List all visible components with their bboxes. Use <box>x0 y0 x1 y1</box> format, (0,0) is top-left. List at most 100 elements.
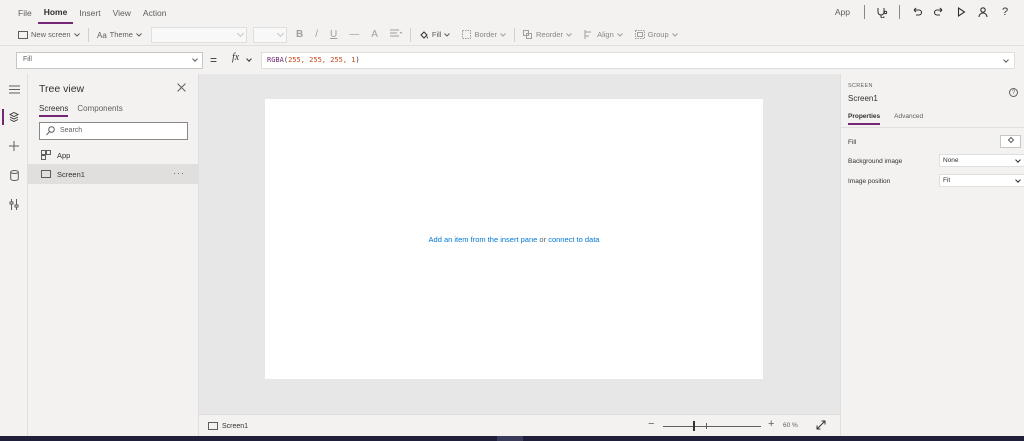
toolbar-divider <box>409 27 411 42</box>
tree-item-app[interactable]: App <box>28 145 199 165</box>
search-input[interactable]: Search <box>39 122 188 140</box>
menu-action[interactable]: Action <box>137 0 173 24</box>
app-settings-link[interactable]: App <box>827 7 858 17</box>
group-button[interactable]: Group <box>629 26 684 44</box>
zoom-out-button[interactable]: − <box>648 418 654 430</box>
border-button[interactable]: Border <box>456 26 512 44</box>
user-icon[interactable] <box>972 0 994 24</box>
chevron-down-icon <box>566 32 572 37</box>
insert-pane-link[interactable]: Add an item from the insert pane <box>429 235 538 244</box>
chevron-down-icon <box>1015 177 1021 183</box>
help-icon[interactable]: ? <box>1009 88 1018 97</box>
screen-selector-label: Screen1 <box>222 422 249 430</box>
control-name[interactable]: Screen1 <box>848 94 878 103</box>
bold-button[interactable]: B <box>290 29 309 40</box>
hamburger-menu-icon[interactable] <box>0 78 28 100</box>
design-canvas[interactable]: Add an item from the insert pane or conn… <box>199 74 840 414</box>
fill-button[interactable]: Fill <box>413 26 457 44</box>
border-label: Border <box>474 30 497 39</box>
menu-home[interactable]: Home <box>37 0 74 24</box>
background-image-label: Background image <box>848 158 903 165</box>
chevron-down-icon[interactable] <box>1003 57 1009 63</box>
tree-item-screen1[interactable]: Screen1 ··· <box>28 164 199 184</box>
tab-advanced[interactable]: Advanced <box>894 113 923 125</box>
fill-label: Fill <box>848 139 857 146</box>
play-icon[interactable] <box>950 0 972 24</box>
paint-bucket-icon <box>1007 136 1014 144</box>
zoom-number: 60 <box>783 422 791 429</box>
chevron-down-icon <box>136 32 142 37</box>
close-icon[interactable] <box>176 82 188 94</box>
fx-icon[interactable]: fx <box>232 52 239 63</box>
background-image-value: None <box>943 157 959 164</box>
redo-icon[interactable] <box>928 0 950 24</box>
taskbar-active-item <box>497 436 523 441</box>
group-icon <box>634 30 645 39</box>
undo-icon[interactable] <box>906 0 928 24</box>
font-size-select[interactable] <box>252 26 287 43</box>
equals-sign: = <box>210 53 218 67</box>
font-family-select[interactable] <box>150 26 247 43</box>
menu-view[interactable]: View <box>107 0 137 24</box>
toolbar-divider <box>513 27 515 42</box>
formula-args: 255, 255, 255, 1 <box>288 56 356 64</box>
connect-data-link[interactable]: connect to data <box>548 235 599 244</box>
background-image-select[interactable]: None <box>939 154 1024 167</box>
screen-surface[interactable]: Add an item from the insert pane or conn… <box>265 99 763 379</box>
align-icon <box>584 30 592 39</box>
reorder-button[interactable]: Reorder <box>517 26 578 44</box>
image-position-select[interactable]: Fit <box>939 174 1024 187</box>
underline-button[interactable]: U <box>324 29 343 40</box>
chevron-down-icon <box>616 32 623 37</box>
insert-plus-icon[interactable] <box>0 135 28 157</box>
advanced-tools-icon[interactable] <box>0 193 28 215</box>
more-options-icon[interactable]: ··· <box>173 168 185 178</box>
tree-item-label: Screen1 <box>57 169 85 179</box>
svg-text:Aa: Aa <box>97 31 107 39</box>
italic-button[interactable]: / <box>309 29 324 40</box>
tab-components[interactable]: Components <box>77 104 122 117</box>
tree-view-icon[interactable] <box>0 106 28 128</box>
zoom-unit: % <box>792 422 798 429</box>
tree-item-label: App <box>57 150 71 160</box>
formula-bar: Fill = fx RGBA(255, 255, 255, 1) <box>0 48 1024 74</box>
chevron-down-icon <box>444 32 451 37</box>
tab-properties[interactable]: Properties <box>848 113 881 125</box>
help-icon[interactable]: ? <box>994 0 1016 24</box>
screen-selector[interactable]: Screen1 <box>208 422 248 430</box>
zoom-slider[interactable] <box>663 426 761 427</box>
formula-function: RGBA <box>267 56 284 64</box>
text-align-icon[interactable] <box>384 29 408 41</box>
border-icon <box>462 30 472 39</box>
fit-to-window-icon[interactable] <box>816 420 826 432</box>
image-position-value: Fit <box>943 177 951 184</box>
menu-insert[interactable]: Insert <box>73 0 106 24</box>
new-screen-label: New screen <box>31 30 71 39</box>
theme-icon: Aa <box>97 31 107 39</box>
formula-input[interactable]: RGBA(255, 255, 255, 1) <box>261 52 1015 69</box>
property-dropdown[interactable]: Fill <box>16 52 203 69</box>
zoom-slider-thumb[interactable] <box>693 421 695 431</box>
zoom-in-button[interactable]: + <box>768 418 774 430</box>
menubar-right: App ? <box>827 0 1016 24</box>
app-checker-icon[interactable] <box>871 0 893 24</box>
properties-tabs: Properties Advanced <box>848 113 923 125</box>
theme-button[interactable]: Aa Theme <box>91 26 148 44</box>
tree-tabs: Screens Components <box>39 104 123 117</box>
search-placeholder: Search <box>60 127 83 134</box>
strikethrough-button[interactable]: — <box>343 29 365 40</box>
control-type-label: SCREEN <box>848 83 873 89</box>
fill-color-picker[interactable] <box>1000 135 1021 148</box>
chevron-down-icon <box>500 32 506 37</box>
properties-pane: SCREEN Screen1 ? Properties Advanced Fil… <box>840 74 1024 436</box>
chevron-down-icon[interactable] <box>246 56 252 62</box>
align-button[interactable]: Align <box>578 26 629 44</box>
screen-icon <box>41 170 51 178</box>
tab-screens[interactable]: Screens <box>39 104 69 117</box>
new-screen-button[interactable]: New screen <box>12 26 86 44</box>
font-color-button[interactable]: A <box>365 29 384 40</box>
menu-file[interactable]: File <box>12 0 38 24</box>
chevron-down-icon <box>236 29 244 37</box>
data-cylinder-icon[interactable] <box>0 164 28 186</box>
chevron-down-icon <box>276 29 284 37</box>
